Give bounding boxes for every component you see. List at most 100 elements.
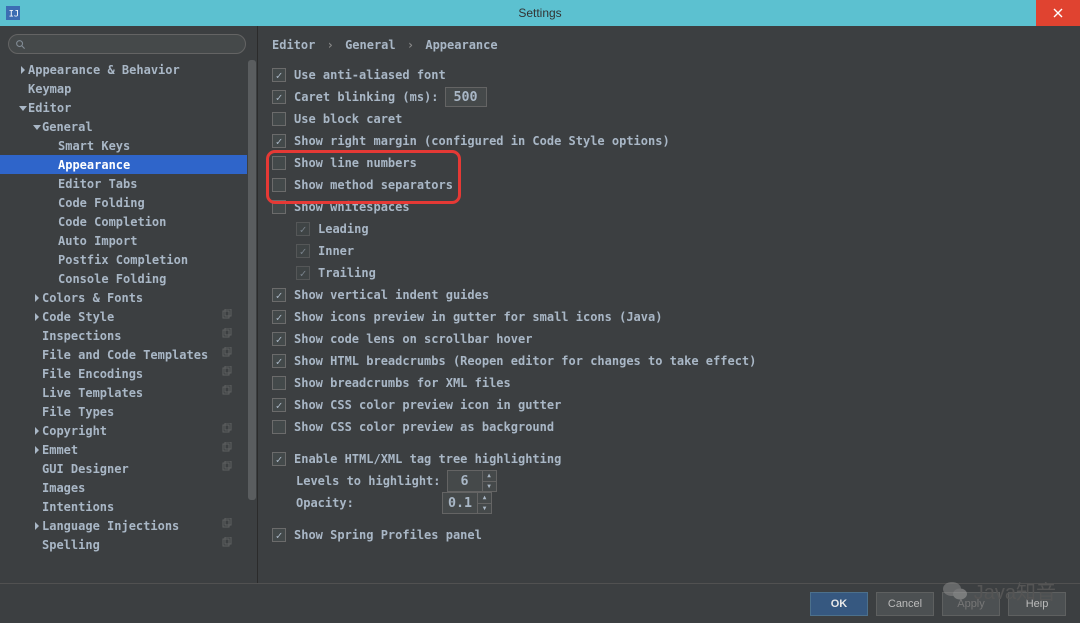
tree-item[interactable]: Appearance xyxy=(0,155,257,174)
chevron-right-icon[interactable] xyxy=(32,427,42,435)
levels-spinner[interactable]: ▲▼ xyxy=(447,470,497,492)
opt-method-separators[interactable]: Show method separators xyxy=(272,174,1066,196)
checkbox[interactable] xyxy=(272,528,286,542)
opt-ws-leading[interactable]: Leading xyxy=(272,218,1066,240)
checkbox[interactable] xyxy=(296,222,310,236)
tree-item[interactable]: Code Folding xyxy=(0,193,257,212)
spinner-down-icon[interactable]: ▼ xyxy=(478,504,491,514)
tree-item[interactable]: Spelling xyxy=(0,535,257,554)
tree-item[interactable]: GUI Designer xyxy=(0,459,257,478)
opt-block-caret[interactable]: Use block caret xyxy=(272,108,1066,130)
tree-item[interactable]: Editor xyxy=(0,98,257,117)
checkbox[interactable] xyxy=(272,452,286,466)
chevron-right-icon[interactable] xyxy=(32,294,42,302)
settings-tree[interactable]: Appearance & Behavior Keymap EditorGeneral… xyxy=(0,60,257,583)
checkbox[interactable] xyxy=(296,266,310,280)
watermark-text: Java知音 xyxy=(974,576,1056,605)
checkbox[interactable] xyxy=(272,90,286,104)
opt-right-margin[interactable]: Show right margin (configured in Code St… xyxy=(272,130,1066,152)
chevron-down-icon[interactable] xyxy=(32,123,42,131)
spinner-down-icon[interactable]: ▼ xyxy=(483,482,496,492)
opt-css-color-background[interactable]: Show CSS color preview as background xyxy=(272,416,1066,438)
opt-tag-tree-highlight[interactable]: Enable HTML/XML tag tree highlighting xyxy=(272,448,1066,470)
tree-item[interactable]: Colors & Fonts xyxy=(0,288,257,307)
checkbox[interactable] xyxy=(272,178,286,192)
sidebar-scrollbar[interactable] xyxy=(247,60,257,583)
tree-item[interactable]: Postfix Completion xyxy=(0,250,257,269)
spinner-up-icon[interactable]: ▲ xyxy=(478,493,491,504)
checkbox[interactable] xyxy=(272,156,286,170)
opt-icons-preview[interactable]: Show icons preview in gutter for small i… xyxy=(272,306,1066,328)
tree-item[interactable]: Intentions xyxy=(0,497,257,516)
tree-item[interactable]: Images xyxy=(0,478,257,497)
opt-label: Opacity: xyxy=(296,496,436,510)
tree-item[interactable]: Code Completion xyxy=(0,212,257,231)
tree-item-label: Keymap xyxy=(28,82,71,96)
cancel-button[interactable]: Cancel xyxy=(876,592,934,616)
checkbox[interactable] xyxy=(272,134,286,148)
tree-item[interactable]: Inspections xyxy=(0,326,257,345)
checkbox[interactable] xyxy=(272,200,286,214)
checkbox[interactable] xyxy=(272,398,286,412)
tree-item[interactable]: Appearance & Behavior xyxy=(0,60,257,79)
tree-item[interactable]: General xyxy=(0,117,257,136)
opt-xml-breadcrumbs[interactable]: Show breadcrumbs for XML files xyxy=(272,372,1066,394)
tree-item-label: Smart Keys xyxy=(58,139,130,153)
tree-item[interactable]: Language Injections xyxy=(0,516,257,535)
checkbox[interactable] xyxy=(272,288,286,302)
tree-item[interactable]: Keymap xyxy=(0,79,257,98)
opt-opacity: Opacity: ▲▼ xyxy=(272,492,1066,514)
opt-label: Use block caret xyxy=(294,112,402,126)
breadcrumb-sep: › xyxy=(407,38,414,52)
tree-item[interactable]: File Encodings xyxy=(0,364,257,383)
opacity-spinner[interactable]: ▲▼ xyxy=(442,492,492,514)
tree-item[interactable]: File Types xyxy=(0,402,257,421)
tree-item[interactable]: Console Folding xyxy=(0,269,257,288)
checkbox[interactable] xyxy=(272,68,286,82)
checkbox[interactable] xyxy=(272,332,286,346)
search-input[interactable] xyxy=(8,34,246,54)
opt-ws-inner[interactable]: Inner xyxy=(272,240,1066,262)
checkbox[interactable] xyxy=(296,244,310,258)
spinner-up-icon[interactable]: ▲ xyxy=(483,471,496,482)
sidebar-scrollbar-thumb[interactable] xyxy=(248,60,256,500)
opt-html-breadcrumbs[interactable]: Show HTML breadcrumbs (Reopen editor for… xyxy=(272,350,1066,372)
opt-whitespaces[interactable]: Show whitespaces xyxy=(272,196,1066,218)
tree-item[interactable]: Code Style xyxy=(0,307,257,326)
checkbox[interactable] xyxy=(272,420,286,434)
opt-line-numbers[interactable]: Show line numbers xyxy=(272,152,1066,174)
opt-label: Caret blinking (ms): xyxy=(294,90,439,104)
opt-caret-blinking[interactable]: Caret blinking (ms): xyxy=(272,86,1066,108)
tree-item[interactable]: Auto Import xyxy=(0,231,257,250)
opt-css-color-icon[interactable]: Show CSS color preview icon in gutter xyxy=(272,394,1066,416)
tree-item-label: Appearance xyxy=(58,158,130,172)
breadcrumb-part: General xyxy=(345,38,396,52)
chevron-right-icon[interactable] xyxy=(18,66,28,74)
chevron-right-icon[interactable] xyxy=(32,313,42,321)
opt-anti-aliased[interactable]: Use anti-aliased font xyxy=(272,64,1066,86)
chevron-right-icon[interactable] xyxy=(32,522,42,530)
tree-item[interactable]: File and Code Templates xyxy=(0,345,257,364)
opt-indent-guides[interactable]: Show vertical indent guides xyxy=(272,284,1066,306)
opacity-value[interactable] xyxy=(442,492,478,514)
caret-blink-value[interactable] xyxy=(445,87,487,107)
checkbox[interactable] xyxy=(272,376,286,390)
opt-spring-profiles[interactable]: Show Spring Profiles panel xyxy=(272,524,1066,546)
tree-item[interactable]: Editor Tabs xyxy=(0,174,257,193)
close-button[interactable] xyxy=(1036,0,1080,26)
tree-item[interactable]: Live Templates xyxy=(0,383,257,402)
opt-code-lens[interactable]: Show code lens on scrollbar hover xyxy=(272,328,1066,350)
per-project-icon xyxy=(221,385,233,400)
tree-item[interactable]: Copyright xyxy=(0,421,257,440)
chevron-right-icon[interactable] xyxy=(32,446,42,454)
tree-item[interactable]: Smart Keys xyxy=(0,136,257,155)
opt-ws-trailing[interactable]: Trailing xyxy=(272,262,1066,284)
tree-item[interactable]: Emmet xyxy=(0,440,257,459)
levels-value[interactable] xyxy=(447,470,483,492)
tree-item-label: Language Injections xyxy=(42,519,179,533)
checkbox[interactable] xyxy=(272,354,286,368)
checkbox[interactable] xyxy=(272,112,286,126)
ok-button[interactable]: OK xyxy=(810,592,868,616)
checkbox[interactable] xyxy=(272,310,286,324)
chevron-down-icon[interactable] xyxy=(18,104,28,112)
